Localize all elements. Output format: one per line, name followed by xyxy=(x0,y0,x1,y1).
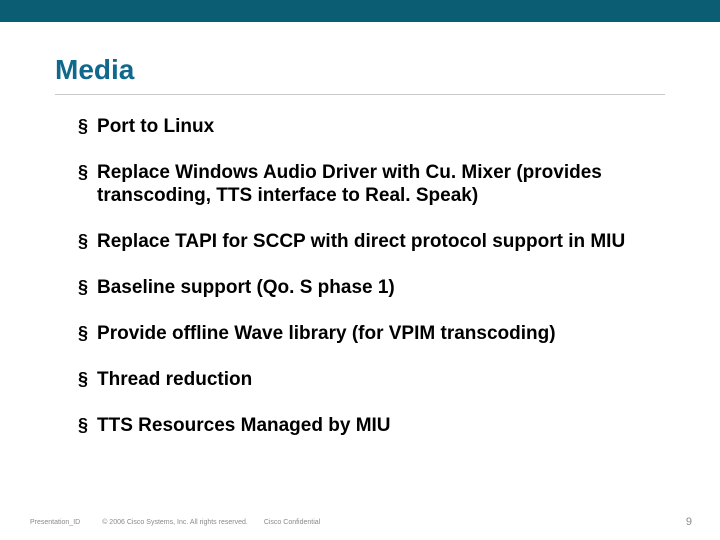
list-item: § Replace Windows Audio Driver with Cu. … xyxy=(78,161,653,207)
bullet-icon: § xyxy=(78,276,88,298)
footer: Presentation_ID © 2006 Cisco Systems, In… xyxy=(30,519,690,526)
bullet-text: Baseline support (Qo. S phase 1) xyxy=(97,276,395,299)
bullet-text: Replace Windows Audio Driver with Cu. Mi… xyxy=(97,161,653,207)
list-item: § Port to Linux xyxy=(78,115,653,138)
list-item: § Provide offline Wave library (for VPIM… xyxy=(78,322,653,345)
bullet-icon: § xyxy=(78,161,88,183)
confidential-label: Cisco Confidential xyxy=(264,519,320,526)
slide-title: Media xyxy=(55,54,134,86)
bullet-text: TTS Resources Managed by MIU xyxy=(97,414,391,437)
copyright-text: © 2006 Cisco Systems, Inc. All rights re… xyxy=(102,519,248,526)
bullet-icon: § xyxy=(78,368,88,390)
bullet-icon: § xyxy=(78,322,88,344)
bullet-text: Thread reduction xyxy=(97,368,252,391)
title-divider xyxy=(55,94,665,95)
bullet-list: § Port to Linux § Replace Windows Audio … xyxy=(78,115,653,460)
bullet-icon: § xyxy=(78,115,88,137)
bullet-icon: § xyxy=(78,414,88,436)
list-item: § Thread reduction xyxy=(78,368,653,391)
presentation-id: Presentation_ID xyxy=(30,519,80,526)
slide: Media § Port to Linux § Replace Windows … xyxy=(0,0,720,540)
list-item: § TTS Resources Managed by MIU xyxy=(78,414,653,437)
page-number: 9 xyxy=(686,516,692,528)
bullet-text: Replace TAPI for SCCP with direct protoc… xyxy=(97,230,625,253)
list-item: § Replace TAPI for SCCP with direct prot… xyxy=(78,230,653,253)
bullet-text: Provide offline Wave library (for VPIM t… xyxy=(97,322,556,345)
list-item: § Baseline support (Qo. S phase 1) xyxy=(78,276,653,299)
top-accent-bar xyxy=(0,0,720,22)
bullet-text: Port to Linux xyxy=(97,115,214,138)
bullet-icon: § xyxy=(78,230,88,252)
